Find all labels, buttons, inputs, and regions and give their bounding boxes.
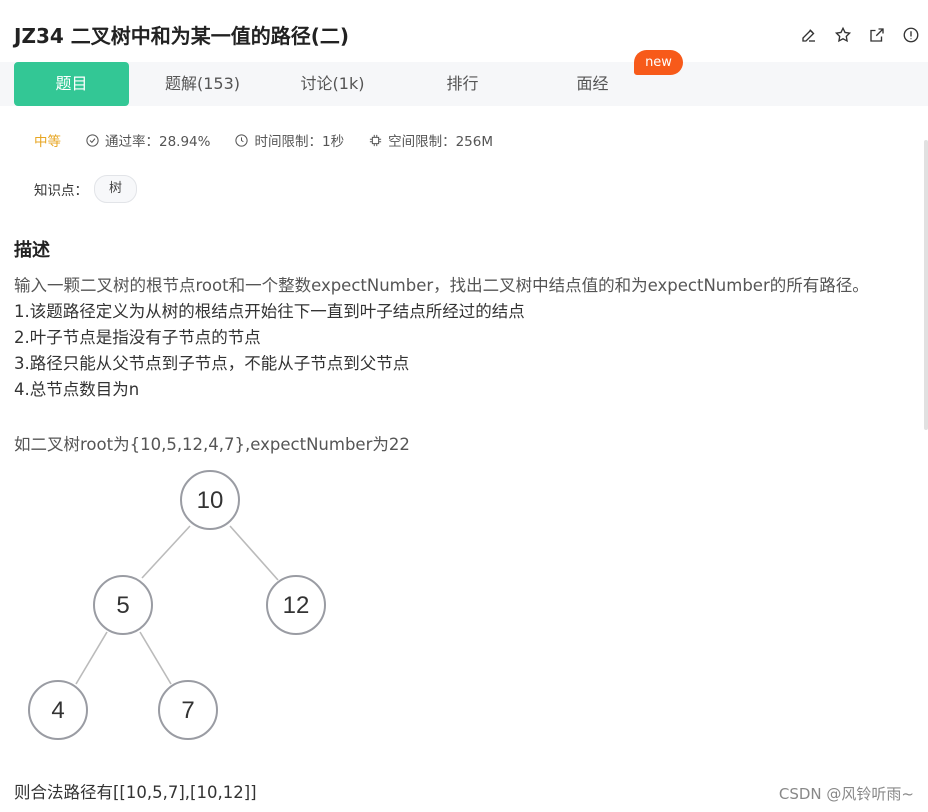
result-text: 则合法路径有[[10,5,7],[10,12]]	[14, 783, 257, 802]
knowledge-tag[interactable]: 树	[94, 175, 138, 203]
tab-problem[interactable]: 题目	[14, 62, 129, 106]
star-icon[interactable]	[832, 24, 854, 46]
clock-icon	[235, 133, 249, 147]
description-title: 描述	[14, 240, 50, 261]
binary-tree-diagram: 10 5 12 4 7	[28, 470, 326, 740]
description-line: 输入一颗二叉树的根节点root和一个整数expectNumber，找出二叉树中结…	[14, 276, 869, 295]
pass-rate: 通过率：28.94%	[85, 130, 210, 150]
problem-title: JZ34 二叉树中和为某一值的路径(二)	[14, 24, 350, 48]
tree-node-label: 4	[51, 697, 64, 724]
description-line: 4.总节点数目为n	[14, 380, 140, 399]
tabs-bar: 题目 题解(153) 讨论(1k) 排行 面经	[0, 62, 928, 106]
chip-icon	[369, 134, 382, 146]
tree-node-label: 10	[197, 487, 224, 514]
time-limit: 时间限制：1秒	[234, 130, 344, 150]
check-circle-icon	[86, 133, 99, 147]
tree-edge	[141, 525, 191, 579]
tree-node-label: 7	[181, 697, 194, 724]
space-limit: 空间限制：256M	[368, 130, 493, 150]
knowledge-label: 知识点：	[34, 183, 88, 199]
tab-discussion[interactable]: 讨论(1k)	[275, 62, 390, 106]
space-limit-text: 空间限制：256M	[388, 134, 493, 150]
edit-icon[interactable]	[798, 24, 820, 46]
info-icon[interactable]	[900, 24, 922, 46]
description-body: 输入一颗二叉树的根节点root和一个整数expectNumber，找出二叉树中结…	[14, 273, 914, 403]
watermark: CSDN @风铃听雨~	[778, 785, 914, 803]
difficulty-label: 中等	[34, 134, 61, 150]
problem-meta: 中等 通过率：28.94% 时间限制：1秒 空间限制：256M	[34, 130, 517, 150]
title-bar: JZ34 二叉树中和为某一值的路径(二)	[0, 0, 928, 62]
description-line: 2.叶子节点是指没有子节点的节点	[14, 328, 261, 347]
title-actions	[798, 24, 922, 46]
tab-interview[interactable]: 面经	[535, 62, 650, 106]
new-badge: new	[634, 50, 683, 75]
tab-ranking[interactable]: 排行	[405, 62, 520, 106]
external-link-icon[interactable]	[866, 24, 888, 46]
tree-edge	[229, 525, 279, 581]
scrollbar[interactable]	[924, 140, 928, 430]
tree-edge	[139, 631, 172, 685]
description-line: 3.路径只能从父节点到子节点，不能从子节点到父节点	[14, 354, 410, 373]
pass-rate-text: 通过率：28.94%	[105, 134, 211, 150]
time-limit-text: 时间限制：1秒	[254, 134, 345, 150]
tab-solutions[interactable]: 题解(153)	[145, 62, 260, 106]
knowledge-points: 知识点： 树	[34, 175, 138, 203]
tree-edge	[75, 631, 108, 685]
tree-node-label: 5	[116, 592, 129, 619]
example-text: 如二叉树root为{10,5,12,4,7},expectNumber为22	[14, 435, 410, 454]
tree-node-label: 12	[283, 592, 310, 619]
description-line: 1.该题路径定义为从树的根结点开始往下一直到叶子结点所经过的结点	[14, 302, 525, 321]
